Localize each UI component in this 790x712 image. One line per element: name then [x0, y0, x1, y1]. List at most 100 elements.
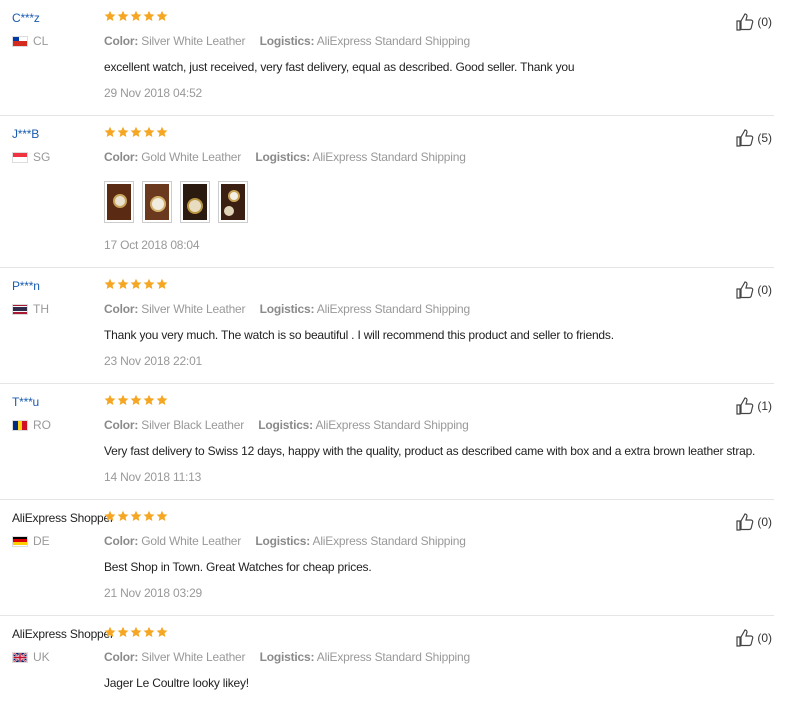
color-label: Color: [104, 418, 139, 432]
logistics-label: Logistics: [259, 302, 315, 316]
logistics-label: Logistics: [255, 534, 311, 548]
thumbs-up-icon [736, 281, 754, 299]
star-icon [130, 278, 142, 289]
review-item: P***n TH Color: Silver White Leather Log… [0, 268, 774, 384]
country-code: CL [33, 34, 49, 48]
helpful-count: (0) [757, 15, 772, 29]
logistics-label: Logistics: [258, 418, 313, 432]
star-icon [104, 510, 116, 521]
star-rating [104, 510, 774, 524]
review-content: Color: Gold White Leather Logistics: Ali… [104, 116, 774, 267]
review-photo-thumbnail[interactable] [218, 181, 248, 223]
star-icon [143, 278, 155, 289]
star-icon [104, 10, 116, 21]
helpful-count: (1) [757, 399, 772, 413]
reviewer-name: AliExpress Shopper [12, 627, 114, 641]
reviewer-info: J***B SG [0, 116, 104, 267]
star-icon [104, 126, 116, 137]
reviewer-name: T***u [12, 395, 40, 409]
star-icon [143, 510, 155, 521]
helpful-button[interactable]: (0) [735, 280, 772, 300]
star-icon [130, 394, 142, 405]
thumbs-up-icon [736, 513, 754, 531]
star-icon [156, 510, 168, 521]
helpful-button[interactable]: (5) [735, 128, 772, 148]
review-photo-thumbnail[interactable] [180, 181, 210, 223]
thumbs-up-icon [736, 13, 754, 31]
star-icon [117, 626, 129, 637]
helpful-button[interactable]: (0) [735, 628, 772, 648]
color-value: Gold White Leather [141, 534, 242, 548]
review-content: Color: Silver White Leather Logistics: A… [104, 0, 774, 115]
order-info: Color: Gold White Leather Logistics: Ali… [104, 533, 774, 549]
color-label: Color: [104, 650, 139, 664]
star-icon [143, 626, 155, 637]
color-value: Silver White Leather [141, 650, 246, 664]
review-date: 14 Nov 2018 11:13 [104, 470, 202, 484]
order-info: Color: Silver Black Leather Logistics: A… [104, 417, 774, 433]
review-item: C***z CL Color: Silver White Leather Log… [0, 0, 774, 116]
helpful-button[interactable]: (0) [735, 512, 772, 532]
review-item: J***B SG Color: Gold White Leather Logis… [0, 116, 774, 268]
star-icon [143, 394, 155, 405]
review-content: Color: Silver Black Leather Logistics: A… [104, 384, 774, 499]
star-icon [156, 626, 168, 637]
country-code: SG [33, 150, 51, 164]
review-date: 17 Oct 2018 08:04 [104, 238, 200, 252]
logistics-value: AliExpress Standard Shipping [316, 34, 470, 48]
review-list: C***z CL Color: Silver White Leather Log… [0, 0, 790, 712]
star-icon [143, 126, 155, 137]
star-icon [104, 394, 116, 405]
star-icon [130, 626, 142, 637]
star-icon [156, 126, 168, 137]
reviewer-info: C***z CL [0, 0, 104, 115]
color-label: Color: [104, 150, 139, 164]
reviewer-info: T***u RO [0, 384, 104, 499]
reviewer-info: AliExpress Shopper UK [0, 616, 114, 705]
logistics-value: AliExpress Standard Shipping [316, 302, 470, 316]
review-date: 29 Nov 2018 04:52 [104, 86, 203, 100]
singapore-flag-icon [12, 151, 28, 163]
star-icon [156, 278, 168, 289]
review-item: T***u RO Color: Silver Black Leather Log… [0, 384, 774, 500]
star-icon [156, 10, 168, 21]
reviewer-name: AliExpress Shopper [12, 511, 114, 525]
reviewer-country: SG [12, 150, 104, 164]
helpful-count: (0) [757, 283, 772, 297]
order-info: Color: Silver White Leather Logistics: A… [104, 649, 774, 665]
color-value: Silver White Leather [141, 34, 246, 48]
helpful-button[interactable]: (1) [735, 396, 772, 416]
reviewer-name: C***z [12, 11, 40, 25]
review-item: AliExpress Shopper DE Color: Gold White … [0, 500, 774, 616]
reviewer-country: DE [12, 534, 104, 548]
reviewer-name: J***B [12, 127, 40, 141]
romania-flag-icon [12, 419, 28, 431]
country-code: RO [33, 418, 51, 432]
star-icon [156, 394, 168, 405]
reviewer-info: AliExpress Shopper DE [0, 500, 114, 615]
star-icon [117, 510, 129, 521]
review-text: excellent watch, just received, very fas… [104, 60, 575, 74]
star-rating [104, 394, 774, 408]
reviewer-country: TH [12, 302, 104, 316]
thumbs-up-icon [736, 629, 754, 647]
review-photos [104, 181, 774, 223]
color-value: Silver White Leather [141, 302, 246, 316]
order-info: Color: Gold White Leather Logistics: Ali… [104, 149, 774, 165]
logistics-label: Logistics: [259, 34, 315, 48]
star-rating [104, 278, 774, 292]
review-photo-thumbnail[interactable] [104, 181, 134, 223]
review-text: Best Shop in Town. Great Watches for che… [104, 560, 372, 574]
logistics-value: AliExpress Standard Shipping [312, 534, 466, 548]
star-icon [117, 278, 129, 289]
helpful-count: (0) [757, 515, 772, 529]
review-photo-thumbnail[interactable] [142, 181, 172, 223]
color-value: Gold White Leather [141, 150, 242, 164]
star-icon [104, 626, 116, 637]
logistics-value: AliExpress Standard Shipping [315, 418, 469, 432]
star-icon [117, 10, 129, 21]
review-content: Color: Silver White Leather Logistics: A… [104, 268, 774, 383]
logistics-label: Logistics: [259, 650, 315, 664]
color-label: Color: [104, 534, 139, 548]
helpful-button[interactable]: (0) [735, 12, 772, 32]
